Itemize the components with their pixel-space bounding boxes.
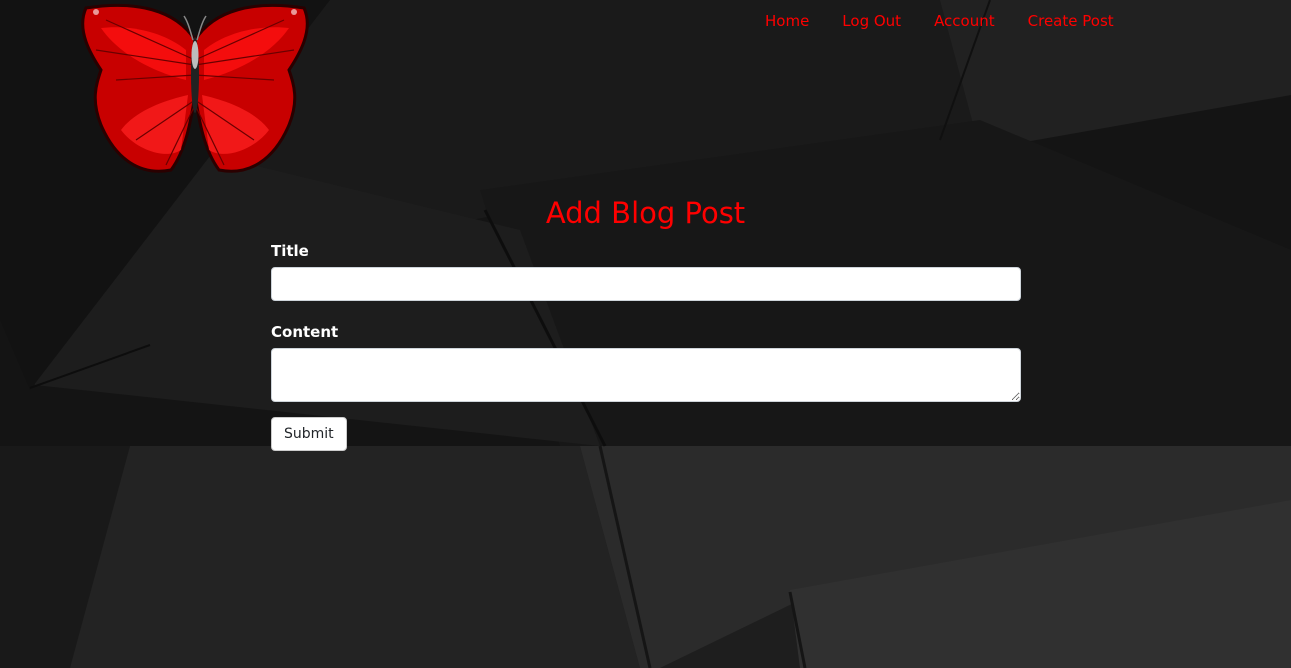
content-field-wrapper (271, 348, 1021, 402)
add-post-form: Title Content Submit (271, 240, 1021, 451)
content-label: Content (271, 323, 339, 341)
nav-logout-link[interactable]: Log Out (842, 10, 901, 32)
title-input[interactable] (271, 267, 1021, 301)
nav-home-link[interactable]: Home (765, 10, 809, 32)
red-butterfly-icon[interactable] (76, 0, 314, 176)
title-label: Title (271, 242, 309, 260)
main-nav: Home Log Out Account Create Post (765, 10, 1147, 32)
submit-button[interactable]: Submit (271, 417, 347, 451)
page-title: Add Blog Post (545, 196, 746, 230)
nav-create-post-link[interactable]: Create Post (1028, 10, 1114, 32)
page: Home Log Out Account Create Post Add Blo… (0, 0, 1291, 668)
nav-account-link[interactable]: Account (934, 10, 995, 32)
content-textarea[interactable] (271, 348, 1021, 402)
